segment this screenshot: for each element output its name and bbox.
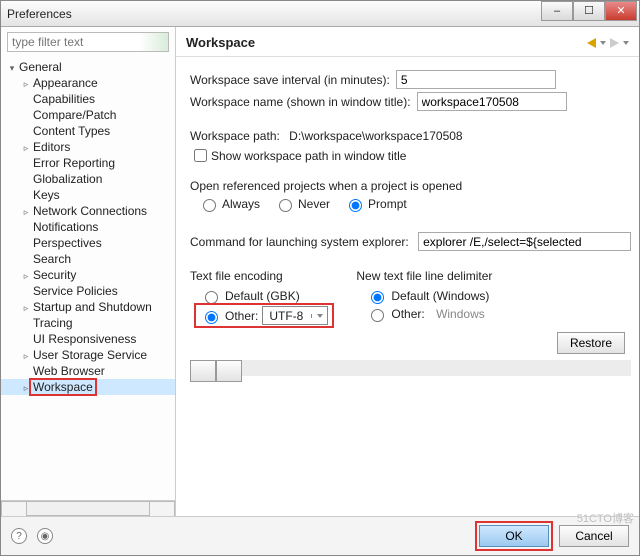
forward-icon[interactable] xyxy=(610,38,619,48)
tree-item[interactable]: ▹Appearance xyxy=(1,75,175,91)
chevron-right-icon: ▹ xyxy=(21,303,31,314)
show-path-label: Show workspace path in window title xyxy=(211,149,406,163)
save-interval-label: Workspace save interval (in minutes): xyxy=(190,73,390,87)
chevron-right-icon xyxy=(21,335,31,345)
tree-item[interactable]: ▹Workspace xyxy=(1,379,175,395)
chevron-down-icon: ▾ xyxy=(7,63,17,74)
open-ref-radio[interactable] xyxy=(349,199,362,212)
tree-item[interactable]: Tracing xyxy=(1,315,175,331)
chevron-right-icon: ▹ xyxy=(21,383,31,394)
back-menu-icon[interactable] xyxy=(600,41,606,45)
tree-item[interactable]: UI Responsiveness xyxy=(1,331,175,347)
save-interval-input[interactable] xyxy=(396,70,556,89)
maximize-button[interactable]: ☐ xyxy=(573,1,605,21)
preferences-tree[interactable]: ▾General ▹Appearance Capabilities Compar… xyxy=(1,57,175,500)
chevron-right-icon xyxy=(21,127,31,137)
tree-item[interactable]: Globalization xyxy=(1,171,175,187)
watermark: 51CTO博客 xyxy=(577,510,634,526)
page-title: Workspace xyxy=(186,35,587,50)
open-ref-option[interactable]: Never xyxy=(274,196,330,212)
delimiter-other-radio[interactable] xyxy=(371,309,384,322)
title-bar: Preferences – ☐ ✕ xyxy=(1,1,639,27)
chevron-right-icon: ▹ xyxy=(21,271,31,282)
ws-name-input[interactable] xyxy=(417,92,567,111)
open-ref-option[interactable]: Prompt xyxy=(344,196,407,212)
restore-button[interactable]: Restore xyxy=(557,332,625,354)
forward-menu-icon[interactable] xyxy=(623,41,629,45)
explorer-label: Command for launching system explorer: xyxy=(190,235,409,249)
tree-item[interactable]: Keys xyxy=(1,187,175,203)
encoding-default-option[interactable]: Default (GBK) xyxy=(196,287,332,305)
open-ref-option[interactable]: Always xyxy=(198,196,260,212)
minimize-button[interactable]: – xyxy=(541,1,573,21)
tree-item[interactable]: ▹User Storage Service xyxy=(1,347,175,363)
chevron-right-icon: ▹ xyxy=(21,351,31,362)
chevron-right-icon xyxy=(21,175,31,185)
tree-item[interactable]: ▹Network Connections xyxy=(1,203,175,219)
window-title: Preferences xyxy=(7,7,72,21)
chevron-right-icon xyxy=(21,191,31,201)
encoding-title: Text file encoding xyxy=(190,269,332,283)
chevron-right-icon: ▹ xyxy=(21,207,31,218)
open-ref-title: Open referenced projects when a project … xyxy=(190,179,631,193)
back-icon[interactable] xyxy=(587,38,596,48)
page-content: Workspace save interval (in minutes): Wo… xyxy=(176,57,639,516)
encoding-other-option[interactable]: Other: UTF-8 xyxy=(196,305,332,326)
encoding-default-radio[interactable] xyxy=(205,291,218,304)
show-path-checkbox[interactable] xyxy=(194,149,207,162)
tree-item[interactable]: ▹Security xyxy=(1,267,175,283)
tree-item[interactable]: ▹Editors xyxy=(1,139,175,155)
open-ref-radio[interactable] xyxy=(203,199,216,212)
delimiter-default-option[interactable]: Default (Windows) xyxy=(362,287,493,305)
tree-item[interactable]: Search xyxy=(1,251,175,267)
chevron-right-icon xyxy=(21,287,31,297)
encoding-other-radio[interactable] xyxy=(205,311,218,324)
encoding-combo[interactable]: UTF-8 xyxy=(262,306,328,325)
tree-item[interactable]: Perspectives xyxy=(1,235,175,251)
tree-item[interactable]: Error Reporting xyxy=(1,155,175,171)
chevron-right-icon xyxy=(21,319,31,329)
chevron-right-icon xyxy=(21,95,31,105)
tree-item[interactable]: Service Policies xyxy=(1,283,175,299)
chevron-right-icon xyxy=(21,111,31,121)
sidebar-scrollbar[interactable] xyxy=(1,500,175,516)
help-icon[interactable]: ? xyxy=(11,528,27,544)
close-button[interactable]: ✕ xyxy=(605,1,637,21)
chevron-down-icon xyxy=(311,314,327,318)
ws-name-label: Workspace name (shown in window title): xyxy=(190,95,411,109)
chevron-right-icon xyxy=(21,239,31,249)
tree-item[interactable]: ▹Startup and Shutdown xyxy=(1,299,175,315)
ws-path-label: Workspace path: xyxy=(190,129,280,143)
tree-item[interactable]: Capabilities xyxy=(1,91,175,107)
chevron-right-icon xyxy=(21,367,31,377)
tree-item-general[interactable]: ▾General xyxy=(1,59,175,75)
tree-item[interactable]: Notifications xyxy=(1,219,175,235)
filter-input[interactable] xyxy=(7,32,169,52)
button-bar: ? ◉ OK Cancel xyxy=(1,516,639,555)
tree-item[interactable]: Web Browser xyxy=(1,363,175,379)
delimiter-other-option[interactable]: Other: Windows xyxy=(362,305,493,323)
delimiter-default-radio[interactable] xyxy=(371,291,384,304)
chevron-right-icon: ▹ xyxy=(21,143,31,154)
chevron-right-icon: ▹ xyxy=(21,79,31,90)
ws-path-value: D:\workspace\workspace170508 xyxy=(289,129,462,143)
cancel-button[interactable]: Cancel xyxy=(559,525,629,547)
chevron-right-icon xyxy=(21,255,31,265)
tree-item[interactable]: Compare/Patch xyxy=(1,107,175,123)
delimiter-title: New text file line delimiter xyxy=(356,269,493,283)
content-scrollbar[interactable] xyxy=(190,360,631,376)
sidebar: ▾General ▹Appearance Capabilities Compar… xyxy=(1,27,176,516)
explorer-input[interactable] xyxy=(418,232,631,251)
chevron-right-icon xyxy=(21,223,31,233)
record-icon[interactable]: ◉ xyxy=(37,528,53,544)
tree-item[interactable]: Content Types xyxy=(1,123,175,139)
ok-button[interactable]: OK xyxy=(479,525,549,547)
open-ref-radio[interactable] xyxy=(279,199,292,212)
chevron-right-icon xyxy=(21,159,31,169)
